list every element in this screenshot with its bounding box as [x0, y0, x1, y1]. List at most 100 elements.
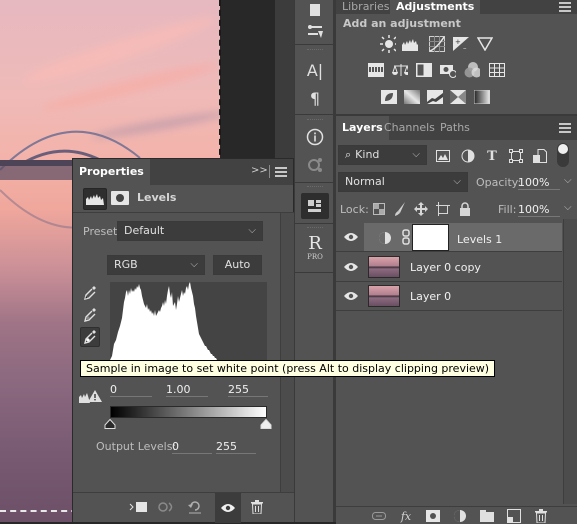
levels-icon[interactable] [402, 36, 418, 52]
drag-handle[interactable] [307, 227, 323, 230]
character-icon[interactable]: A| [301, 57, 329, 83]
opacity-input[interactable]: 100% [518, 176, 560, 190]
input-black-level[interactable]: 0 [110, 383, 152, 397]
lock-transparent-icon[interactable] [372, 202, 386, 216]
channel-mixer-icon[interactable] [464, 62, 480, 78]
curves-icon[interactable] [429, 36, 445, 52]
hue-saturation-icon[interactable] [368, 62, 384, 78]
black-point-eyedropper-icon[interactable] [80, 283, 100, 303]
blend-mode-select[interactable]: Normal ⌵ [338, 172, 468, 192]
vibrance-icon[interactable] [477, 36, 493, 52]
eye-icon[interactable] [344, 291, 358, 301]
output-white-level[interactable]: 255 [216, 440, 256, 454]
color-balance-icon[interactable] [392, 62, 408, 78]
filter-pixel-icon[interactable] [435, 148, 451, 164]
layer-row-layer-0[interactable]: Layer 0 [336, 282, 562, 311]
tab-channels[interactable]: Channels [378, 116, 441, 140]
new-group-icon[interactable] [480, 509, 494, 523]
photo-filter-icon[interactable] [440, 62, 456, 78]
panel-menu-icon[interactable] [559, 123, 571, 133]
brightness-contrast-icon[interactable] [380, 35, 396, 53]
link-icon[interactable] [402, 229, 410, 245]
tooltip: Sample in image to set white point (pres… [80, 360, 496, 377]
lock-all-icon[interactable] [458, 202, 472, 216]
divider [73, 212, 294, 213]
levels-icon [86, 194, 104, 205]
layer-name[interactable]: Layer 0 copy [410, 261, 481, 274]
chevron-down-icon[interactable]: ⌵ [564, 202, 572, 213]
layers-tabbar: Layers Channels Paths [336, 116, 577, 140]
levels-adjustment-tab[interactable] [83, 188, 107, 210]
white-point-eyedropper-icon[interactable] [80, 327, 100, 347]
input-gamma-level[interactable]: 1.00 [166, 383, 208, 397]
layer-row-layer-0-copy[interactable]: Layer 0 copy [336, 253, 562, 282]
toggle-visibility-button[interactable] [215, 493, 241, 523]
tab-paths[interactable]: Paths [434, 116, 476, 140]
delete-layer-icon[interactable] [534, 509, 548, 523]
posterize-icon[interactable] [404, 89, 420, 105]
properties-scrollbar[interactable] [280, 213, 294, 493]
lock-position-icon[interactable] [414, 202, 428, 216]
layers-scrollbar[interactable] [563, 219, 577, 504]
new-adjustment-layer-icon[interactable] [453, 509, 467, 523]
gradient-map-icon[interactable] [474, 89, 490, 105]
filter-smart-object-icon[interactable] [532, 148, 548, 164]
add-mask-icon[interactable] [426, 509, 440, 523]
clip-to-layer-icon[interactable] [129, 498, 149, 516]
lock-artboard-icon[interactable] [436, 202, 450, 216]
input-white-level[interactable]: 255 [228, 383, 268, 397]
tab-adjustments[interactable]: Adjustments [390, 0, 481, 14]
chevron-down-icon[interactable]: ⌵ [564, 175, 572, 186]
paragraph-icon[interactable]: ¶ [301, 85, 329, 111]
drag-handle[interactable] [307, 186, 323, 189]
auto-button[interactable]: Auto [213, 255, 262, 275]
filter-adjustment-icon[interactable] [460, 148, 476, 164]
eye-icon[interactable] [344, 232, 358, 242]
eye-icon[interactable] [344, 262, 358, 272]
view-previous-state-icon[interactable] [157, 498, 177, 516]
new-layer-icon[interactable] [507, 509, 521, 523]
black-point-slider-handle[interactable] [104, 418, 116, 429]
filter-shape-icon[interactable] [508, 148, 524, 164]
white-point-slider-handle[interactable] [260, 418, 272, 429]
exposure-icon[interactable]: + – [453, 36, 469, 52]
fx-icon[interactable]: fx [399, 509, 413, 523]
properties-panel-icon[interactable] [301, 193, 329, 219]
layer-name[interactable]: Levels 1 [457, 233, 502, 246]
filter-toggle[interactable] [557, 143, 569, 167]
filter-kind-select[interactable]: ⌕ Kind ⌵ [338, 145, 427, 165]
layer-mask-thumbnail[interactable] [412, 224, 449, 251]
layer-name[interactable]: Layer 0 [410, 290, 451, 303]
tab-properties[interactable]: Properties [73, 159, 150, 185]
channel-select[interactable]: RGB ⌵ [107, 255, 205, 275]
selective-color-icon[interactable] [450, 89, 466, 105]
clipping-warning-icon[interactable] [79, 389, 103, 403]
panel-menu-icon[interactable] [559, 2, 571, 12]
info-icon[interactable] [301, 124, 329, 150]
brush-settings-icon[interactable] [301, 18, 329, 44]
drag-handle[interactable] [307, 119, 323, 122]
lock-image-pixels-icon[interactable] [393, 202, 407, 216]
invert-icon[interactable] [381, 89, 397, 105]
color-lookup-icon[interactable] [489, 62, 505, 78]
delete-adjustment-icon[interactable] [247, 498, 267, 516]
layers-footer: fx [336, 506, 577, 524]
svg-text:–: – [463, 44, 467, 51]
preset-select[interactable]: Default ⌵ [117, 221, 263, 241]
pasteboard [221, 0, 275, 160]
r-pro-plugin-icon[interactable]: R PRO [301, 232, 329, 264]
drag-handle[interactable] [307, 49, 323, 52]
threshold-icon[interactable] [427, 89, 443, 105]
fill-input[interactable]: 100% [518, 203, 560, 217]
mask-tab[interactable] [111, 191, 129, 205]
panel-menu-icon[interactable] [275, 167, 287, 177]
gray-point-eyedropper-icon[interactable] [80, 305, 100, 325]
black-white-icon[interactable] [416, 62, 432, 78]
reset-icon[interactable] [185, 498, 205, 516]
tab-libraries[interactable]: Libraries [336, 0, 396, 14]
output-black-level[interactable]: 0 [172, 440, 212, 454]
modifier-icon[interactable] [301, 152, 329, 178]
link-layers-icon[interactable] [372, 509, 386, 523]
collapse-panel-button[interactable]: >> [251, 165, 268, 176]
filter-type-icon[interactable]: T [484, 148, 500, 164]
